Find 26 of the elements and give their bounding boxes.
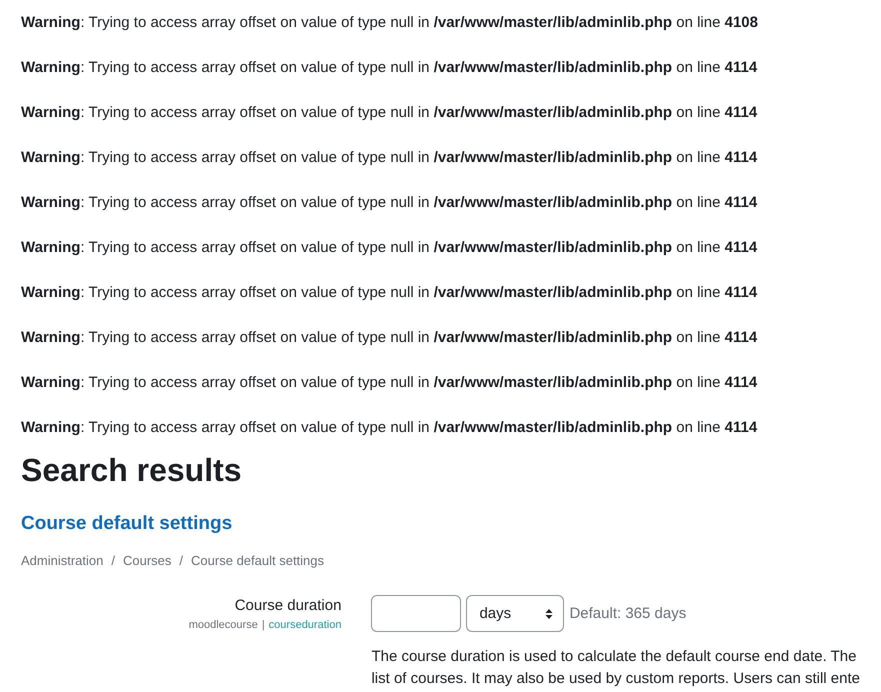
breadcrumb-link[interactable]: Course default settings bbox=[191, 553, 324, 568]
breadcrumb-separator: / bbox=[179, 553, 184, 568]
breadcrumb-link[interactable]: Courses bbox=[123, 553, 172, 568]
unit-select[interactable]: days bbox=[466, 595, 564, 632]
breadcrumb-link[interactable]: Administration bbox=[21, 553, 104, 568]
warning-message: Warning: Trying to access array offset on value of type null in /var/www/master/lib/adminlib.php on line 4114 bbox=[21, 373, 758, 393]
warning-message: Warning: Trying to access array offset on value of type null in /var/www/master/lib/adminlib.php on line 4114 bbox=[21, 103, 758, 123]
warning-message: Warning: Trying to access array offset on value of type null in /var/www/master/lib/adminlib.php on line 4114 bbox=[21, 148, 758, 168]
duration-input[interactable] bbox=[371, 595, 462, 632]
warning-message: Warning: Trying to access array offset on value of type null in /var/www/master/lib/adminlib.php on line 4114 bbox=[21, 283, 758, 303]
component-name: moodlecourse bbox=[188, 619, 258, 631]
warning-message: Warning: Trying to access array offset on value of type null in /var/www/master/lib/adminlib.php on line 4114 bbox=[21, 193, 758, 213]
warning-message: Warning: Trying to access array offset on value of type null in /var/www/master/lib/adminlib.php on line 4108 bbox=[21, 13, 759, 33]
breadcrumb-separator: / bbox=[111, 553, 115, 568]
setting-label: Course duration bbox=[234, 597, 342, 614]
default-value-text: Default: 365 days bbox=[569, 605, 686, 622]
warning-message: Warning: Trying to access array offset on value of type null in /var/www/master/lib/adminlib.php on line 4114 bbox=[21, 328, 758, 348]
setting-description: The course duration is used to calculate the default course end date. The list of courses. It may also be used by custom reports. Users can still ente bbox=[371, 647, 860, 689]
setting-name-link[interactable]: courseduration bbox=[268, 619, 342, 631]
warning-message: Warning: Trying to access array offset on value of type null in /var/www/master/lib/adminlib.php on line 4114 bbox=[21, 238, 758, 258]
meta-separator: | bbox=[262, 619, 265, 631]
warning-message: Warning: Trying to access array offset on value of type null in /var/www/master/lib/adminlib.php on line 4114 bbox=[21, 58, 758, 78]
page-title: Search results bbox=[21, 451, 243, 489]
section-link[interactable]: Course default settings bbox=[21, 513, 232, 535]
warning-message: Warning: Trying to access array offset on value of type null in /var/www/master/lib/adminlib.php on line 4114 bbox=[21, 418, 758, 438]
sort-caret-icon bbox=[545, 608, 554, 620]
